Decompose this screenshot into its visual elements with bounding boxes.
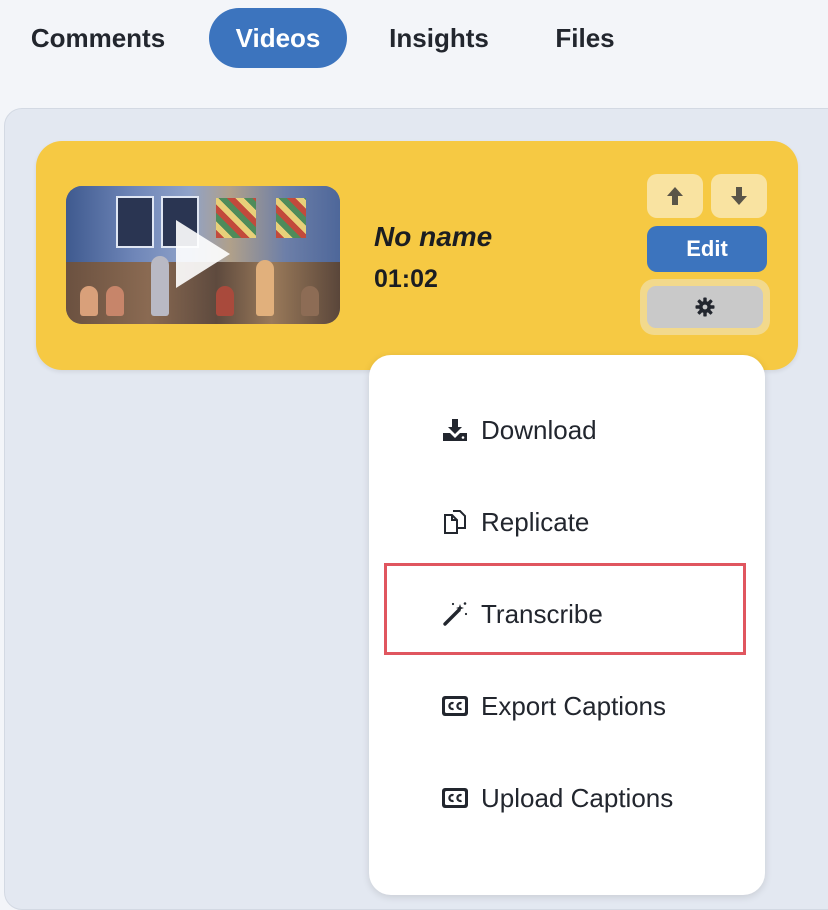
settings-button-face [647,286,763,328]
move-up-button[interactable] [647,174,703,218]
tab-files[interactable]: Files [540,8,630,68]
arrow-up-icon [667,187,683,205]
video-options-menu: Download Replicate Transcribe Export Cap… [369,355,765,895]
download-icon [441,416,469,444]
tab-bar: Comments Videos Insights Files [0,0,828,90]
tab-comments[interactable]: Comments [14,8,182,68]
thumbnail-figure [106,286,124,316]
copy-icon [441,508,469,536]
menu-item-label: Replicate [481,506,590,537]
move-down-button[interactable] [711,174,767,218]
menu-item-label: Download [481,414,597,445]
arrow-down-icon [731,187,747,205]
magic-wand-icon [441,600,469,628]
thumbnail-figure [256,260,274,316]
menu-item-label: Upload Captions [481,782,674,813]
thumbnail-figure [151,256,169,316]
video-card: No name 01:02 Edit [36,141,798,370]
menu-item-transcribe[interactable]: Transcribe [369,584,765,644]
thumbnail-window [116,196,154,248]
settings-button[interactable] [640,279,770,335]
menu-item-upload-captions[interactable]: Upload Captions [369,768,765,828]
thumbnail-figure [301,286,319,316]
video-duration: 01:02 [374,265,438,293]
edit-button[interactable]: Edit [647,226,767,272]
tab-insights[interactable]: Insights [375,8,503,68]
menu-item-replicate[interactable]: Replicate [369,492,765,552]
menu-item-download[interactable]: Download [369,400,765,460]
thumbnail-figure [80,286,98,316]
tab-videos[interactable]: Videos [209,8,347,68]
menu-item-label: Export Captions [481,690,666,721]
gear-icon [695,297,715,317]
thumbnail-board [276,198,306,238]
video-title: No name [374,221,493,252]
menu-item-label: Transcribe [481,598,603,629]
menu-item-export-captions[interactable]: Export Captions [369,676,765,736]
closed-captions-icon [441,692,469,720]
play-icon[interactable] [176,220,230,288]
thumbnail-figure [216,286,234,316]
video-thumbnail[interactable] [66,186,340,324]
closed-captions-icon [441,784,469,812]
